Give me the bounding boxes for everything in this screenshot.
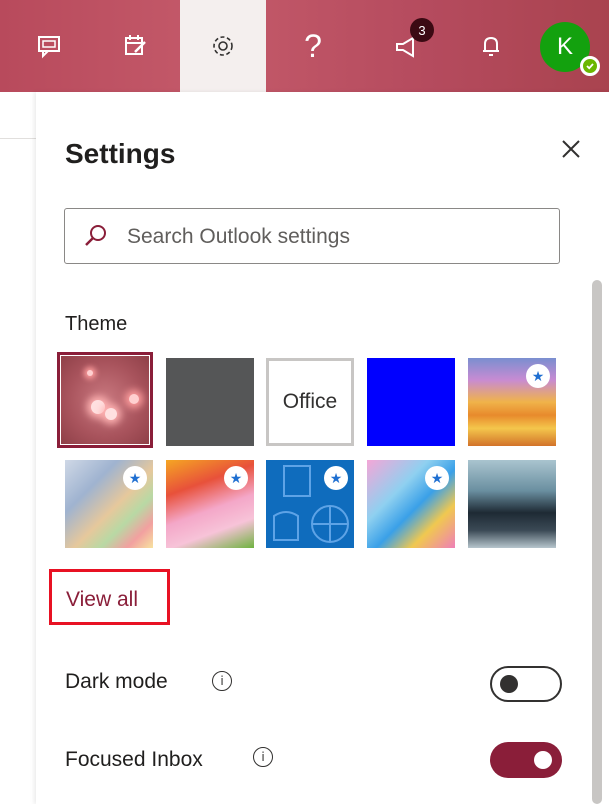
- focused-inbox-toggle[interactable]: [490, 742, 562, 778]
- my-day-button[interactable]: [92, 0, 178, 92]
- scrollbar[interactable]: [592, 280, 602, 804]
- help-button[interactable]: ?: [270, 0, 356, 92]
- premium-star-icon: ★: [224, 466, 248, 490]
- close-button[interactable]: [556, 134, 586, 164]
- whats-new-button[interactable]: 3: [364, 0, 450, 92]
- focused-inbox-info-icon[interactable]: i: [253, 747, 273, 767]
- theme-tile-game-board[interactable]: ★: [367, 460, 455, 548]
- premium-star-icon: ★: [425, 466, 449, 490]
- theme-tile-office-label: Office: [282, 390, 338, 413]
- theme-tile-mountain[interactable]: [468, 460, 556, 548]
- gear-icon: [213, 36, 233, 56]
- bell-icon: [483, 36, 499, 56]
- theme-tile-blue[interactable]: [367, 358, 455, 446]
- help-icon: ?: [304, 27, 322, 64]
- settings-button[interactable]: [180, 0, 266, 92]
- tasks-icon: [125, 35, 146, 55]
- chat-icon: [38, 36, 60, 59]
- toggle-knob: [534, 751, 552, 769]
- theme-tile-dark-gray[interactable]: [166, 358, 254, 446]
- premium-star-icon: ★: [324, 466, 348, 490]
- search-icon: [85, 225, 106, 246]
- close-icon: [562, 140, 580, 158]
- dark-mode-label: Dark mode: [65, 670, 168, 693]
- theme-heading: Theme: [65, 313, 128, 335]
- page-title: Settings: [65, 138, 176, 169]
- background-pane: [0, 92, 37, 804]
- notification-count-badge: 3: [410, 18, 434, 42]
- theme-tile-red-bokeh[interactable]: [57, 352, 153, 448]
- info-glyph: i: [220, 674, 224, 688]
- search-box[interactable]: [64, 208, 560, 264]
- top-bar: ? 3 K: [0, 0, 609, 92]
- avatar-initial: K: [556, 33, 573, 60]
- theme-tile-office[interactable]: Office: [266, 358, 354, 446]
- focused-inbox-label: Focused Inbox: [65, 748, 203, 771]
- dark-mode-info-icon[interactable]: i: [212, 671, 232, 691]
- toggle-knob: [500, 675, 518, 693]
- theme-tile-rainbow-ribbons[interactable]: ★: [65, 460, 153, 548]
- dark-mode-toggle[interactable]: [490, 666, 562, 702]
- search-input[interactable]: [125, 217, 549, 257]
- chat-button[interactable]: [6, 0, 92, 92]
- notifications-button[interactable]: [448, 0, 534, 92]
- theme-tile-colorful-waves[interactable]: ★: [468, 358, 556, 446]
- premium-star-icon: ★: [123, 466, 147, 490]
- premium-star-icon: ★: [526, 364, 550, 388]
- settings-panel: Settings Theme Office ★ ★ ★ ★ ★ View all…: [36, 92, 609, 804]
- theme-tile-pink-dragon[interactable]: ★: [166, 460, 254, 548]
- presence-status-icon: [580, 56, 600, 76]
- theme-tile-blue-sports[interactable]: ★: [266, 460, 354, 548]
- info-glyph: i: [261, 750, 265, 764]
- view-all-link[interactable]: View all: [66, 588, 138, 612]
